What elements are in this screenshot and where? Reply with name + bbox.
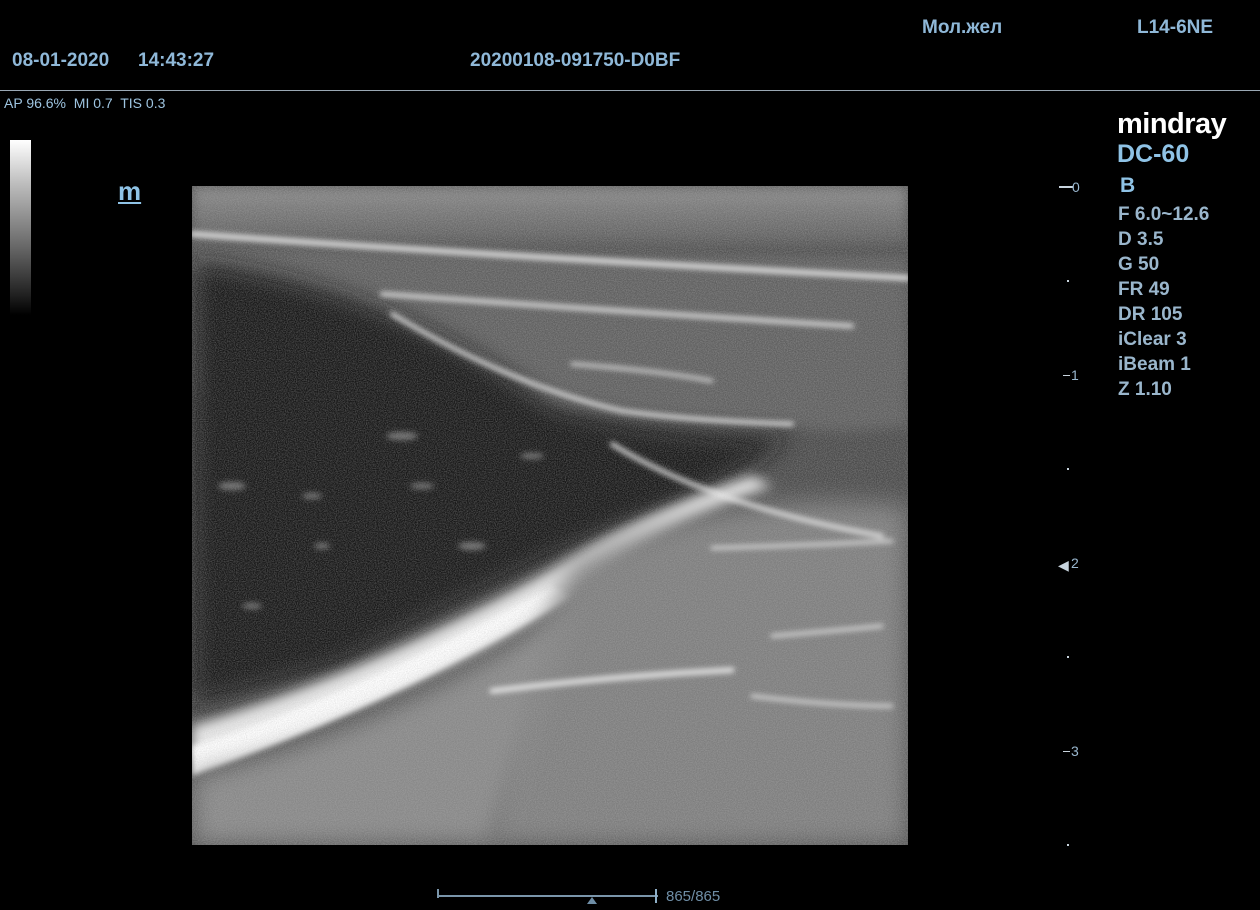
depth-tick-major-1	[1063, 375, 1070, 376]
depth-tick-minor	[1067, 280, 1069, 282]
focus-arrow-icon[interactable]: ◀	[1058, 557, 1069, 574]
thermal-index: TIS 0.3	[120, 95, 166, 111]
cine-frame-counter: 865/865	[666, 888, 721, 905]
param-iclear: iClear 3	[1118, 329, 1187, 350]
time-label: 14:43:27	[138, 50, 215, 71]
depth-label-3: 3	[1071, 743, 1079, 759]
depth-tick-minor	[1067, 656, 1069, 658]
cine-position-marker[interactable]	[587, 897, 597, 904]
header-divider	[0, 90, 1260, 91]
param-frame-rate: FR 49	[1118, 279, 1170, 300]
cine-track[interactable]	[438, 895, 658, 897]
imaging-mode: B	[1120, 174, 1136, 197]
ultrasound-image[interactable]	[192, 186, 908, 845]
mechanical-index: MI 0.7	[73, 95, 113, 111]
acoustic-power: AP 96.6%	[4, 95, 67, 111]
param-depth: D 3.5	[1118, 229, 1164, 250]
imaging-params: F 6.0~12.6 D 3.5 G 50 FR 49 DR 105 iClea…	[1118, 202, 1209, 402]
depth-tick-minor	[1067, 844, 1069, 846]
cine-bar-end	[655, 889, 657, 903]
depth-tick-minor	[1067, 468, 1069, 470]
ultrasound-scan-render	[192, 186, 908, 845]
depth-tick-major-0	[1059, 186, 1073, 188]
grayscale-bar	[10, 140, 31, 315]
brand-logo: mindray	[1117, 108, 1227, 140]
orientation-marker: m	[118, 176, 142, 206]
acoustic-output-readout: AP 96.6% MI 0.7 TIS 0.3	[4, 95, 165, 111]
depth-tick-major-3	[1063, 751, 1070, 752]
depth-label-2: 2	[1071, 555, 1079, 571]
param-dynamic-range: DR 105	[1118, 304, 1183, 325]
device-model: DC-60	[1117, 140, 1190, 168]
probe-label: L14-6NE	[1137, 17, 1214, 38]
patient-id-label: 20200108-091750-D0BF	[470, 50, 681, 71]
exam-preset-label: Мол.жел	[922, 17, 1003, 38]
date-label: 08-01-2020	[12, 50, 110, 71]
param-zoom: Z 1.10	[1118, 379, 1172, 400]
depth-label-0: 0	[1072, 179, 1080, 195]
depth-label-1: 1	[1071, 367, 1079, 383]
param-frequency: F 6.0~12.6	[1118, 204, 1210, 225]
param-ibeam: iBeam 1	[1118, 354, 1191, 375]
param-gain: G 50	[1118, 254, 1160, 275]
